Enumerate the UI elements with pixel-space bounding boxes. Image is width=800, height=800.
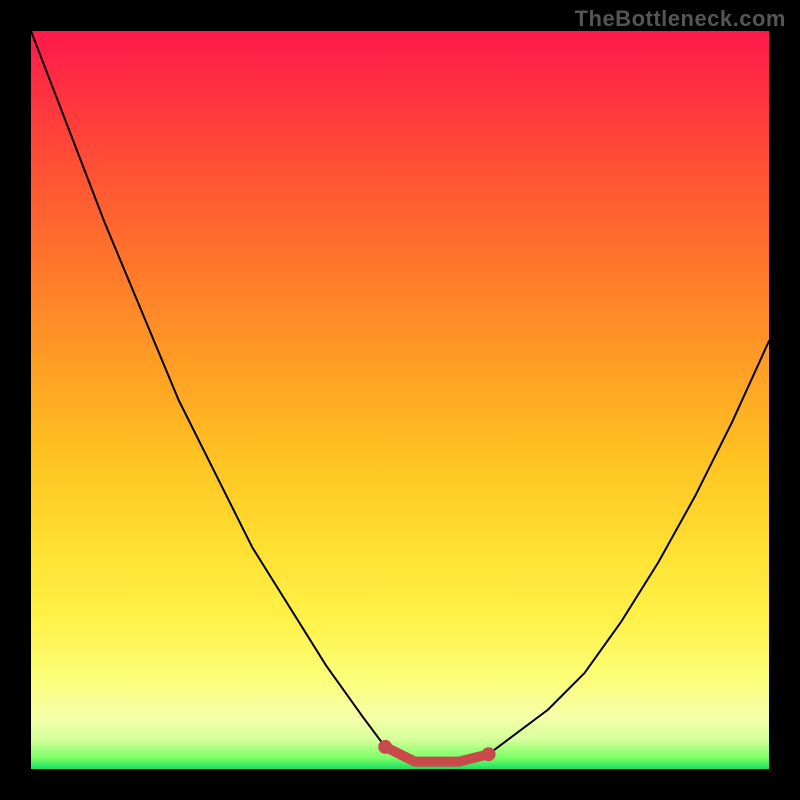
chart-frame: TheBottleneck.com xyxy=(0,0,800,800)
bottom-band-path xyxy=(385,747,488,762)
main-curve xyxy=(31,31,769,762)
watermark-text: TheBottleneck.com xyxy=(575,6,786,32)
curve-layer xyxy=(31,31,769,769)
band-dot-right xyxy=(482,747,496,761)
plot-area xyxy=(31,31,769,769)
band-dot-left xyxy=(378,740,392,754)
bottom-band xyxy=(378,740,495,762)
